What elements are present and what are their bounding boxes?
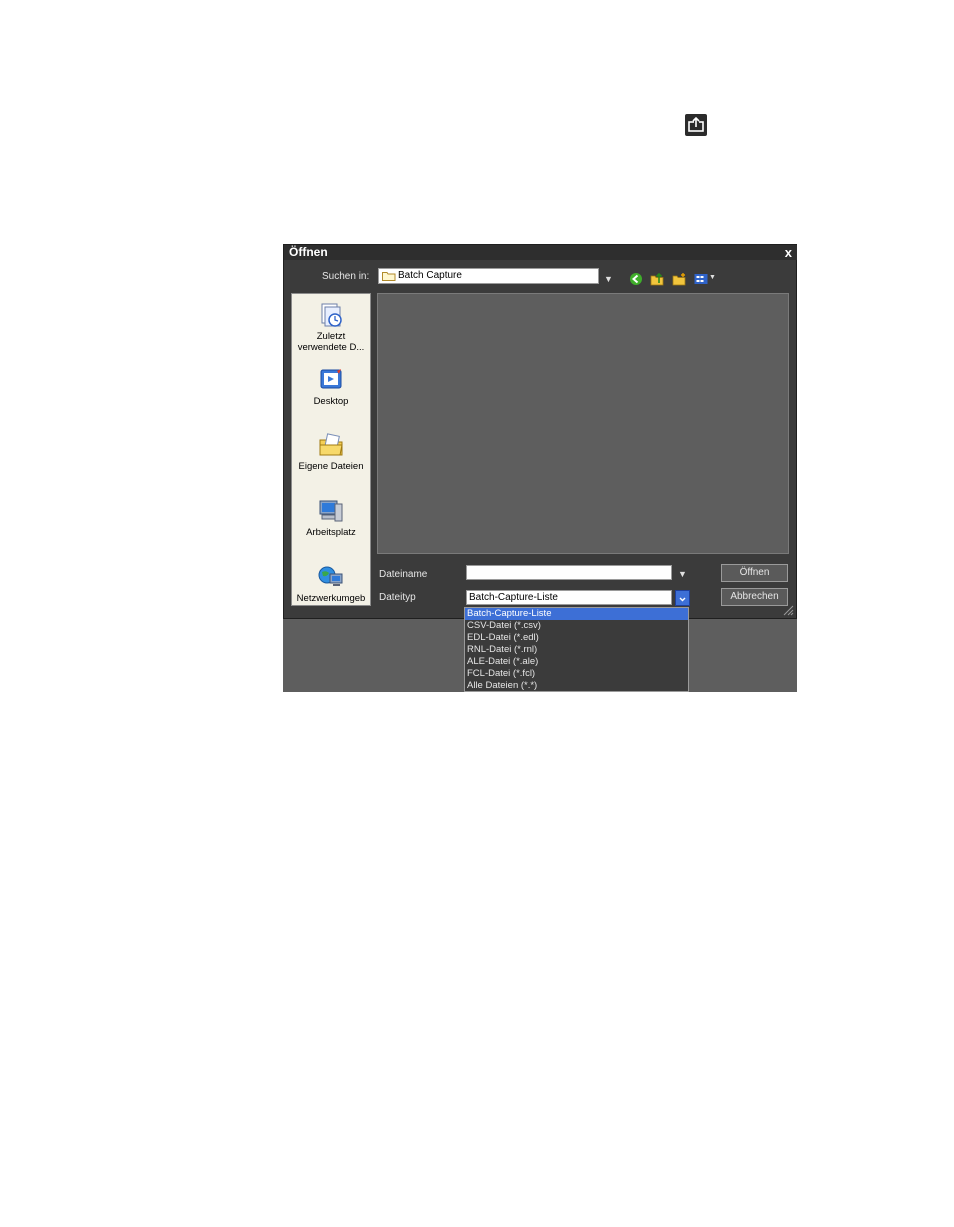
- folder-icon: [382, 272, 396, 281]
- network-icon: [318, 566, 343, 586]
- desktop-icon: [320, 369, 342, 389]
- place-label: Desktop: [313, 396, 349, 407]
- my-computer-icon: [319, 500, 343, 522]
- open-dialog: Öffnen x Suchen in: Batch Capture ▼ ▼ Zu…: [283, 244, 797, 692]
- filetype-option[interactable]: Batch-Capture-Liste: [465, 608, 688, 620]
- place-my-computer[interactable]: Arbeitsplatz: [292, 498, 370, 538]
- view-dropdown-icon[interactable]: ▼: [709, 274, 716, 281]
- up-folder-icon[interactable]: [650, 272, 664, 286]
- filetype-option[interactable]: RNL-Datei (*.rnl): [465, 644, 688, 656]
- place-recent[interactable]: Zuletzt verwendete D...: [292, 302, 370, 353]
- filetype-option[interactable]: ALE-Datei (*.ale): [465, 656, 688, 668]
- place-label: Netzwerkumgeb: [296, 593, 366, 604]
- look-in-dropdown-icon[interactable]: ▼: [604, 274, 613, 284]
- dialog-frame: Öffnen x Suchen in: Batch Capture ▼ ▼ Zu…: [283, 244, 797, 619]
- view-menu-icon[interactable]: [694, 272, 708, 286]
- place-network[interactable]: Netzwerkumgeb: [292, 564, 370, 604]
- recent-documents-icon: [321, 303, 342, 327]
- place-desktop[interactable]: Desktop: [292, 367, 370, 407]
- new-folder-icon[interactable]: [672, 272, 686, 286]
- filetype-label: Dateityp: [379, 592, 416, 603]
- place-label: Arbeitsplatz: [306, 527, 356, 538]
- title-bar[interactable]: Öffnen x: [284, 245, 797, 260]
- filetype-dropdown-list: Batch-Capture-Liste CSV-Datei (*.csv) ED…: [464, 607, 689, 692]
- filename-label: Dateiname: [379, 569, 428, 580]
- place-label: Zuletzt verwendete D...: [297, 331, 365, 353]
- place-label: Eigene Dateien: [298, 461, 364, 472]
- dialog-title: Öffnen: [289, 245, 328, 259]
- filetype-dropdown-button[interactable]: [675, 590, 690, 606]
- back-icon[interactable]: [629, 272, 643, 286]
- place-my-documents[interactable]: Eigene Dateien: [292, 432, 370, 472]
- filetype-option[interactable]: Alle Dateien (*.*): [465, 680, 688, 692]
- my-documents-icon: [319, 433, 343, 456]
- look-in-value: Batch Capture: [398, 270, 462, 281]
- look-in-label: Suchen in:: [322, 271, 370, 282]
- cancel-button[interactable]: Abbrechen: [721, 588, 788, 606]
- chevron-down-icon: [679, 597, 686, 602]
- places-bar: Zuletzt verwendete D... Desktop Eigene D…: [291, 293, 371, 606]
- filetype-value: Batch-Capture-Liste: [469, 592, 558, 603]
- filename-input[interactable]: [466, 565, 672, 580]
- filetype-option[interactable]: FCL-Datei (*.fcl): [465, 668, 688, 680]
- look-in-combobox[interactable]: Batch Capture: [378, 268, 599, 284]
- filetype-option[interactable]: EDL-Datei (*.edl): [465, 632, 688, 644]
- file-list[interactable]: [377, 293, 789, 554]
- export-icon: [685, 114, 707, 136]
- filename-dropdown-icon[interactable]: ▼: [678, 569, 687, 579]
- filetype-combobox[interactable]: Batch-Capture-Liste: [466, 590, 672, 605]
- resize-grip-icon[interactable]: [782, 604, 794, 616]
- filetype-option[interactable]: CSV-Datei (*.csv): [465, 620, 688, 632]
- open-button[interactable]: Öffnen: [721, 564, 788, 582]
- close-icon[interactable]: x: [785, 245, 792, 260]
